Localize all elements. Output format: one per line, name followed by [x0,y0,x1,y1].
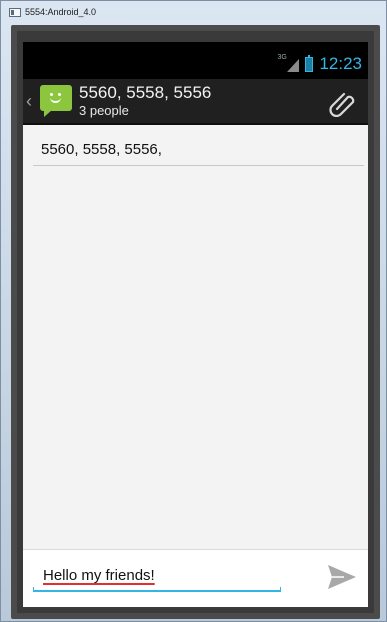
send-button[interactable] [326,562,358,592]
message-input[interactable]: Hello my friends! [33,562,281,592]
signal-icon: 3G [277,54,300,72]
battery-icon [305,54,314,72]
window-app-icon [9,7,21,17]
window-titlebar: 5554:Android_4.0 [1,1,386,23]
status-bar: 3G 12:23 [23,42,368,79]
network-type-label: 3G [277,54,287,61]
recipients-field[interactable]: 5560, 5558, 5556, [33,133,364,166]
phone-screen: 3G 12:23 ‹ 5560, 5558, 5556 3 people 556… [23,42,368,607]
up-caret-icon[interactable]: ‹ [26,92,38,110]
status-icons: 3G 12:23 [277,54,362,74]
smiley-mouth [50,96,61,103]
conversation-titles: 5560, 5558, 5556 3 people [79,83,211,119]
compose-bar: Hello my friends! [23,549,368,607]
message-input-text[interactable]: Hello my friends! [43,567,155,584]
messaging-app-icon[interactable] [40,85,72,117]
send-icon [328,565,356,589]
status-clock: 12:23 [319,54,362,73]
attach-button[interactable] [328,89,356,118]
emulator-window: 5554:Android_4.0 3G 12:23 ‹ 5560, 5558, … [0,0,387,622]
signal-bars-icon [287,59,300,72]
paperclip-icon [329,92,355,118]
conversation-title: 5560, 5558, 5556 [79,83,212,102]
recipients-value[interactable]: 5560, 5558, 5556, [41,141,162,158]
conversation-area: 5560, 5558, 5556, [23,125,368,549]
device-frame: 3G 12:23 ‹ 5560, 5558, 5556 3 people 556… [11,25,380,619]
window-title: 5554:Android_4.0 [25,7,97,17]
action-bar: ‹ 5560, 5558, 5556 3 people [23,79,368,125]
conversation-subtitle: 3 people [79,103,129,118]
smiley-face-icon [48,92,64,104]
app-icon-bubble-tail [44,110,52,117]
